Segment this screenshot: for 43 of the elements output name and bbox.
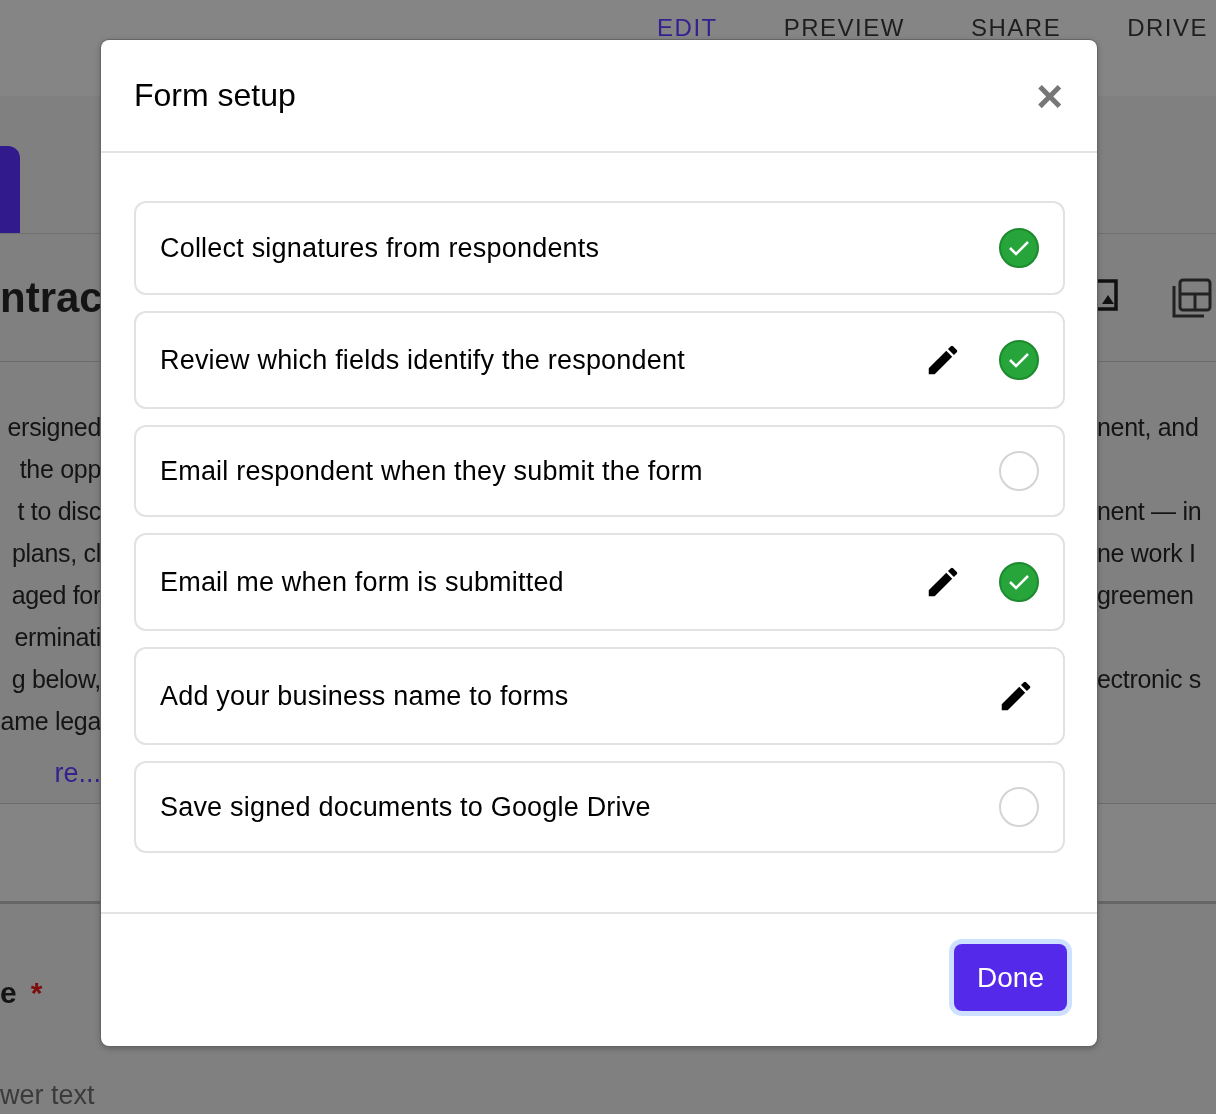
body-text: ectronic s [1097, 664, 1201, 693]
setting-label: Email respondent when they submit the form [160, 455, 704, 487]
checkmark-icon [1008, 574, 1030, 590]
nav-tab[interactable]: SHARE [970, 13, 1062, 43]
setting-card[interactable]: Save signed documents to Google Drive [134, 761, 1065, 853]
body-text: g below, [11, 664, 101, 694]
checkbox[interactable] [999, 787, 1039, 827]
body-text: nent — in [1097, 496, 1202, 525]
question-label: e [0, 976, 17, 1010]
setting-card[interactable]: Review which fields identify the respondent [134, 311, 1065, 409]
body-text: nent, and [1097, 412, 1199, 441]
setting-label: Review which fields identify the respondent [160, 344, 686, 376]
body-text: plans, cl [12, 538, 101, 568]
setting-card[interactable]: Email respondent when they submit the form [134, 425, 1065, 517]
body-text: greemen [1097, 580, 1194, 609]
body-text: erminati [14, 622, 101, 652]
setting-card[interactable]: Collect signatures from respondents [134, 201, 1065, 295]
body-text: aged for [11, 580, 101, 610]
checkbox[interactable] [999, 451, 1039, 491]
checked-checkbox[interactable] [999, 562, 1039, 602]
checkmark-icon [1008, 240, 1030, 256]
setting-label: Save signed documents to Google Drive [160, 791, 652, 823]
close-button[interactable]: × [1032, 72, 1067, 119]
body-text: ame lega [0, 706, 101, 736]
document-title: ntrac [0, 273, 101, 322]
body-text: t to disc [17, 496, 101, 526]
layout-icon[interactable] [1172, 277, 1212, 318]
nav-tab[interactable]: DRIVE [1127, 13, 1208, 43]
dialog-title: Form setup [134, 77, 296, 114]
checkmark-icon [1008, 352, 1030, 368]
body-text: ersigned [7, 412, 101, 442]
setting-card[interactable]: Email me when form is submitted [134, 533, 1065, 631]
nav-tab[interactable]: PREVIEW [783, 13, 905, 43]
checked-checkbox[interactable] [999, 340, 1039, 380]
body-text: the opp [19, 454, 101, 484]
image-icon[interactable] [1096, 277, 1120, 312]
setting-label: Collect signatures from respondents [160, 232, 601, 264]
setting-label: Add your business name to forms [160, 680, 570, 712]
setting-label: Email me when form is submitted [160, 566, 565, 598]
body-text: ne work I [1097, 538, 1196, 567]
checked-checkbox[interactable] [999, 228, 1039, 268]
setting-card[interactable]: Add your business name to forms [134, 647, 1065, 745]
required-mark: * [30, 976, 43, 1010]
